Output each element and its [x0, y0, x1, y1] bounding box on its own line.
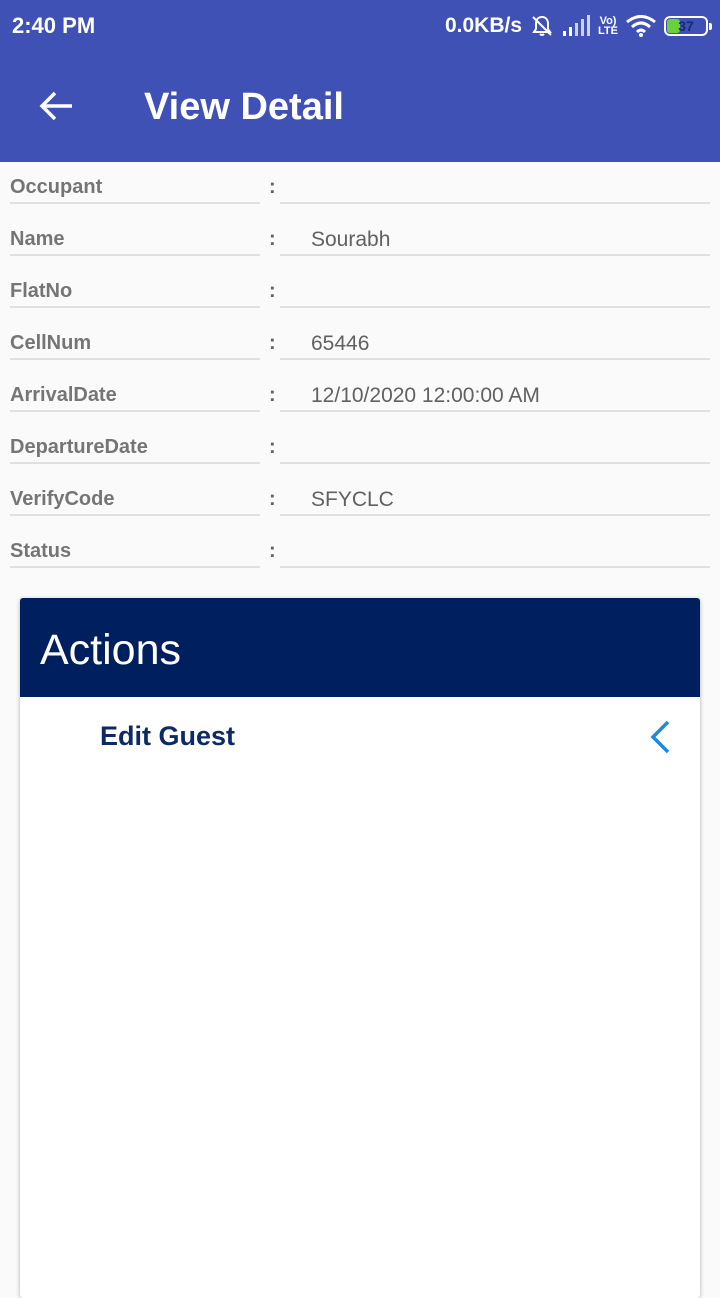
divider	[280, 306, 710, 308]
status-icons: 0.0KB/s Vo) LTE 37	[444, 10, 712, 42]
detail-colon: :	[269, 280, 276, 302]
detail-colon: :	[269, 176, 276, 198]
divider	[280, 254, 710, 256]
back-button[interactable]	[24, 74, 88, 138]
detail-row-name: Name : Sourabh	[0, 214, 720, 266]
divider	[280, 410, 710, 412]
detail-label: CellNum	[10, 332, 92, 354]
actions-card: Actions Edit Guest	[20, 598, 700, 1298]
detail-colon: :	[269, 384, 276, 406]
detail-row-verifycode: VerifyCode : SFYCLC	[0, 474, 720, 526]
chevron-left-icon	[650, 720, 670, 754]
divider	[10, 202, 260, 204]
volte-bottom-label: LTE	[598, 25, 618, 37]
status-time: 2:40 PM	[12, 13, 96, 38]
page-title: View Detail	[144, 86, 344, 128]
divider	[10, 306, 260, 308]
detail-value: Sourabh	[311, 228, 391, 251]
network-speed: 0.0KB/s	[444, 14, 523, 37]
detail-label: VerifyCode	[10, 488, 115, 510]
detail-label: FlatNo	[10, 280, 73, 302]
battery-icon: 37	[664, 16, 712, 36]
detail-colon: :	[269, 228, 276, 250]
detail-label: Occupant	[10, 176, 103, 198]
detail-value: SFYCLC	[311, 488, 394, 511]
detail-colon: :	[269, 332, 276, 354]
signal-icon	[562, 15, 591, 37]
volte-icon: Vo) LTE	[598, 16, 618, 37]
battery-level: 37	[678, 18, 694, 34]
detail-row-flatno: FlatNo :	[0, 266, 720, 318]
battery-tip	[709, 23, 712, 30]
detail-value: 65446	[311, 332, 370, 355]
detail-label: Status	[10, 540, 72, 562]
divider	[280, 514, 710, 516]
detail-value: 12/10/2020 12:00:00 AM	[311, 384, 540, 407]
app-bar: View Detail	[0, 52, 720, 162]
detail-row-status: Status :	[0, 526, 720, 578]
detail-row-cellnum: CellNum : 65446	[0, 318, 720, 370]
edit-guest-action[interactable]: Edit Guest	[20, 697, 700, 779]
divider	[10, 462, 260, 464]
divider	[10, 514, 260, 516]
divider	[280, 358, 710, 360]
action-label: Edit Guest	[100, 721, 236, 751]
divider	[280, 202, 710, 204]
detail-row-arrivaldate: ArrivalDate : 12/10/2020 12:00:00 AM	[0, 370, 720, 422]
detail-colon: :	[269, 436, 276, 458]
detail-label: DepartureDate	[10, 436, 148, 458]
divider	[10, 254, 260, 256]
status-bar: 2:40 PM 0.0KB/s Vo) LTE 37	[0, 0, 720, 52]
divider	[10, 410, 260, 412]
actions-title: Actions	[40, 626, 182, 674]
detail-row-occupant: Occupant :	[0, 162, 720, 214]
wifi-icon	[626, 15, 656, 37]
detail-colon: :	[269, 488, 276, 510]
divider	[280, 462, 710, 464]
muted-alarm-icon	[530, 14, 554, 38]
divider	[10, 358, 260, 360]
arrow-left-icon	[39, 91, 72, 121]
divider	[280, 566, 710, 568]
detail-label: ArrivalDate	[10, 384, 117, 406]
detail-colon: :	[269, 540, 276, 562]
detail-list: Occupant : Name : Sourabh FlatNo : CellN…	[0, 162, 720, 578]
actions-header: Actions	[20, 598, 700, 697]
divider	[10, 566, 260, 568]
detail-label: Name	[10, 228, 65, 250]
detail-row-departuredate: DepartureDate :	[0, 422, 720, 474]
